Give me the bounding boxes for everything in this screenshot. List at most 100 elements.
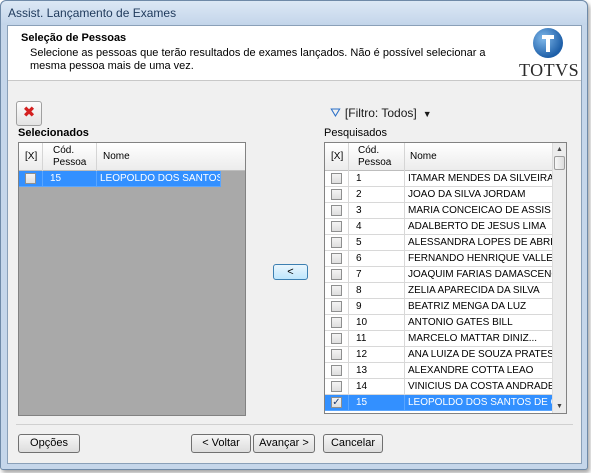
row-checkbox[interactable] [331, 253, 342, 264]
row-name: BEATRIZ MENGA DA LUZ [405, 299, 553, 315]
row-name: MARIA CONCEICAO DE ASSIS [405, 203, 553, 219]
row-name: ADALBERTO DE JESUS LIMA [405, 219, 553, 235]
header-code-line2: Pessoa [53, 157, 87, 168]
next-button[interactable]: Avançar > [253, 434, 315, 453]
row-name: LEOPOLDO DOS SANTOS DE O... [405, 395, 553, 411]
row-checkbox[interactable] [331, 333, 342, 344]
row-checkbox[interactable] [331, 205, 342, 216]
options-button[interactable]: Opções [18, 434, 80, 453]
row-check-cell [325, 315, 349, 331]
search-grid-header: [X] Cód. Pessoa Nome [325, 143, 552, 171]
header-code[interactable]: Cód. Pessoa [349, 143, 405, 171]
table-row[interactable]: 8 ZELIA APARECIDA DA SILVA [325, 283, 553, 299]
row-check-cell [325, 299, 349, 315]
cancel-button[interactable]: Cancelar [323, 434, 383, 453]
row-checkbox[interactable] [331, 349, 342, 360]
table-row[interactable]: 10 ANTONIO GATES BILL [325, 315, 553, 331]
filter-dropdown[interactable]: ⛛ [Filtro: Todos] ▼ [330, 105, 432, 123]
row-checkbox[interactable] [331, 173, 342, 184]
header-check[interactable]: [X] [325, 143, 349, 171]
row-code: 13 [349, 363, 405, 379]
row-checkbox[interactable] [331, 221, 342, 232]
table-row[interactable]: 5 ALESSANDRA LOPES DE ABREU [325, 235, 553, 251]
table-row[interactable]: 7 JOAQUIM FARIAS DAMASCENO [325, 267, 553, 283]
dropdown-arrow-icon: ▼ [422, 109, 432, 119]
page-title: Seleção de Pessoas [21, 32, 127, 44]
table-row[interactable]: 6 FERNANDO HENRIQUE VALLE ... [325, 251, 553, 267]
window-title: Assist. Lançamento de Exames [8, 6, 177, 20]
row-check-cell [325, 235, 349, 251]
page-description: Selecione as pessoas que terão resultado… [30, 47, 486, 72]
row-checkbox[interactable] [331, 189, 342, 200]
row-name: FERNANDO HENRIQUE VALLE ... [405, 251, 553, 267]
scroll-down-icon[interactable]: ▼ [555, 402, 564, 411]
row-name: MARCELO MATTAR DINIZ... [405, 331, 553, 347]
row-checkbox[interactable]: ✓ [331, 397, 342, 408]
table-row[interactable]: 9 BEATRIZ MENGA DA LUZ [325, 299, 553, 315]
row-name: ZELIA APARECIDA DA SILVA [405, 283, 553, 299]
filter-label: [Filtro: Todos] [344, 106, 417, 120]
row-name: ANA LUIZA DE SOUZA PRATES [405, 347, 553, 363]
row-code: 11 [349, 331, 405, 347]
row-checkbox[interactable] [331, 381, 342, 392]
footer-divider [16, 424, 573, 425]
header-name[interactable]: Nome [405, 143, 553, 171]
row-code: 10 [349, 315, 405, 331]
table-row[interactable]: 14 VINICIUS DA COSTA ANDRADE [325, 379, 553, 395]
title-bar[interactable]: Assist. Lançamento de Exames [1, 1, 587, 25]
row-code: 6 [349, 251, 405, 267]
row-check-cell [325, 379, 349, 395]
header-code-line2: Pessoa [358, 157, 392, 168]
header-check-text: [X] [331, 151, 344, 162]
row-check-cell [325, 363, 349, 379]
remove-selected-button[interactable]: ✖ [16, 101, 42, 126]
table-row[interactable]: 11 MARCELO MATTAR DINIZ... [325, 331, 553, 347]
row-name: ANTONIO GATES BILL [405, 315, 553, 331]
row-checkbox[interactable] [331, 285, 342, 296]
header-code-line1: Cód. [53, 145, 75, 156]
table-row[interactable]: 12 ANA LUIZA DE SOUZA PRATES [325, 347, 553, 363]
dialog-window: Assist. Lançamento de Exames Seleção de … [0, 0, 588, 470]
row-code: 14 [349, 379, 405, 395]
row-check-cell [19, 171, 43, 187]
header-check-text: [X] [25, 151, 38, 162]
scroll-thumb[interactable] [554, 156, 565, 170]
row-checkbox[interactable] [25, 173, 36, 184]
table-row[interactable]: 2 JOAO DA SILVA JORDAM [325, 187, 553, 203]
row-check-cell: ✓ [325, 395, 349, 411]
wizard-header: Seleção de Pessoas Selecione as pessoas … [8, 26, 581, 81]
row-checkbox[interactable] [331, 365, 342, 376]
row-code: 9 [349, 299, 405, 315]
row-checkbox[interactable] [331, 301, 342, 312]
row-name: JOAQUIM FARIAS DAMASCENO [405, 267, 553, 283]
back-button[interactable]: < Voltar [191, 434, 251, 453]
row-checkbox[interactable] [331, 269, 342, 280]
table-row[interactable]: 13 ALEXANDRE COTTA LEAO [325, 363, 553, 379]
row-code: 15 [349, 395, 405, 411]
row-code: 1 [349, 171, 405, 187]
table-row[interactable]: 3 MARIA CONCEICAO DE ASSIS [325, 203, 553, 219]
header-check[interactable]: [X] [19, 143, 43, 171]
table-row[interactable]: 1 ITAMAR MENDES DA SILVEIRA [325, 171, 553, 187]
scroll-up-icon[interactable]: ▲ [555, 145, 564, 154]
search-scrollbar[interactable]: ▲ ▼ [552, 143, 566, 413]
row-checkbox[interactable] [331, 237, 342, 248]
table-row[interactable]: 15 LEOPOLDO DOS SANTOS ... [19, 171, 221, 187]
row-name: ALESSANDRA LOPES DE ABREU [405, 235, 553, 251]
row-check-cell [325, 203, 349, 219]
move-left-button[interactable]: < [273, 264, 308, 280]
row-check-cell [325, 331, 349, 347]
header-name[interactable]: Nome [97, 143, 245, 171]
row-code: 5 [349, 235, 405, 251]
row-check-cell [325, 187, 349, 203]
search-grid[interactable]: [X] Cód. Pessoa Nome 1 ITAMAR MENDES DA S… [324, 142, 567, 414]
row-code: 2 [349, 187, 405, 203]
row-code: 12 [349, 347, 405, 363]
table-row[interactable]: 4 ADALBERTO DE JESUS LIMA [325, 219, 553, 235]
selected-grid[interactable]: [X] Cód. Pessoa Nome 15 LEOPOLDO DOS SANT… [18, 142, 246, 416]
totvs-logo-text: TOTVS [519, 60, 580, 80]
header-code[interactable]: Cód. Pessoa [43, 143, 97, 171]
row-checkbox[interactable] [331, 317, 342, 328]
table-row[interactable]: ✓ 15 LEOPOLDO DOS SANTOS DE O... [325, 395, 553, 411]
row-code: 7 [349, 267, 405, 283]
